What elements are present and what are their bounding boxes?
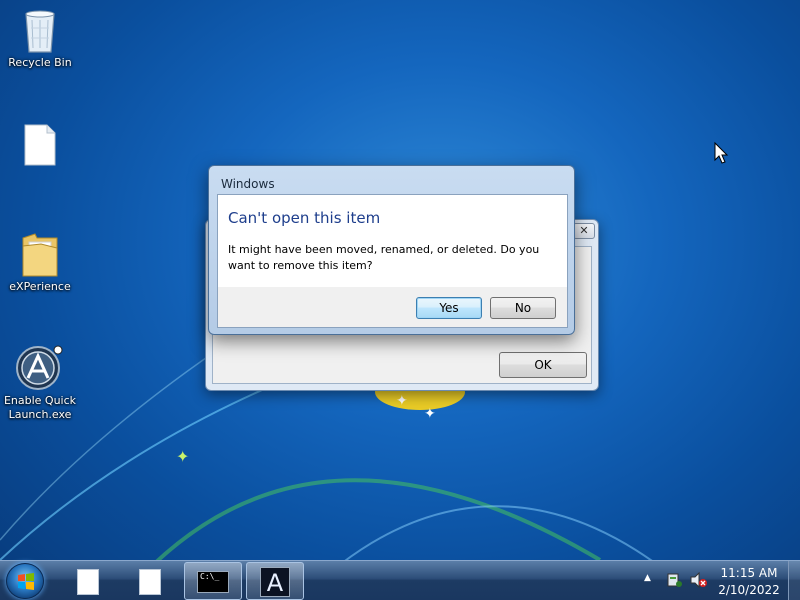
close-button[interactable]: ✕ bbox=[573, 223, 595, 239]
desktop-icon-label: Enable Quick Launch.exe bbox=[3, 394, 77, 421]
taskbar-item-app[interactable]: A bbox=[246, 562, 304, 600]
yes-button[interactable]: Yes bbox=[416, 297, 482, 319]
svg-text:✦: ✦ bbox=[176, 447, 189, 466]
no-button[interactable]: No bbox=[490, 297, 556, 319]
dialog-heading: Can't open this item bbox=[228, 209, 381, 227]
desktop-icon-recycle-bin[interactable]: Recycle Bin bbox=[1, 8, 79, 70]
action-center-icon[interactable] bbox=[667, 572, 683, 588]
start-button[interactable] bbox=[6, 563, 44, 599]
taskbar-item-document-1[interactable] bbox=[58, 562, 116, 600]
show-hidden-icons-button[interactable]: ▲ bbox=[644, 573, 651, 583]
clock-date[interactable]: 2/10/2022 bbox=[714, 583, 784, 597]
svg-text:✦: ✦ bbox=[396, 393, 408, 409]
volume-muted-icon[interactable] bbox=[690, 571, 708, 589]
svg-text:✦: ✦ bbox=[424, 406, 436, 422]
desktop-icon-label: eXPerience bbox=[9, 280, 71, 293]
dialog-message: It might have been moved, renamed, or de… bbox=[228, 243, 540, 272]
app-icon: A bbox=[260, 567, 290, 597]
taskbar: C:\_ A ▲ 11:15 AM 2/10/2022 bbox=[0, 560, 800, 600]
show-desktop-button[interactable] bbox=[788, 561, 800, 600]
dialog-content: Can't open this item It might have been … bbox=[217, 194, 568, 328]
clock-time[interactable]: 11:15 AM bbox=[714, 566, 784, 580]
desktop-icon-document[interactable] bbox=[1, 124, 79, 168]
document-icon bbox=[139, 569, 161, 595]
recycle-bin-icon bbox=[22, 8, 58, 54]
error-dialog: Windows Can't open this item It might ha… bbox=[208, 165, 575, 335]
dialog-message-area: Can't open this item It might have been … bbox=[218, 195, 567, 287]
command-prompt-icon: C:\_ bbox=[197, 571, 229, 593]
document-icon bbox=[77, 569, 99, 595]
folder-icon bbox=[21, 232, 59, 278]
desktop-icon-experience[interactable]: eXPerience bbox=[1, 232, 79, 294]
app-icon bbox=[16, 344, 64, 392]
desktop-icon-label: Recycle Bin bbox=[8, 56, 72, 69]
document-icon bbox=[24, 124, 56, 166]
ok-button[interactable]: OK bbox=[499, 352, 587, 378]
desktop-icon-enable-quick-launch[interactable]: Enable Quick Launch.exe bbox=[1, 344, 79, 422]
windows-logo-icon bbox=[18, 573, 34, 590]
taskbar-item-command-prompt[interactable]: C:\_ bbox=[184, 562, 242, 600]
taskbar-item-document-2[interactable] bbox=[120, 562, 178, 600]
dialog-title: Windows bbox=[221, 177, 275, 191]
